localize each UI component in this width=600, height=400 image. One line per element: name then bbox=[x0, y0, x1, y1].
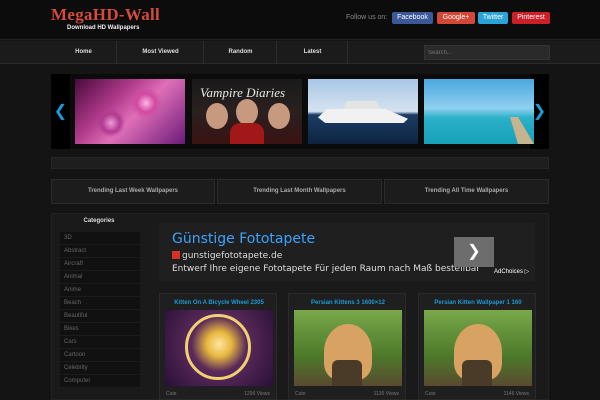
category-item[interactable]: Cartoon bbox=[60, 349, 140, 362]
pier-shape bbox=[510, 117, 534, 144]
category-item[interactable]: Aircraft bbox=[60, 258, 140, 271]
cast-face bbox=[236, 99, 258, 125]
nav-latest[interactable]: Latest bbox=[278, 41, 348, 64]
adchoices-link[interactable]: AdChoices ▷ bbox=[494, 268, 529, 275]
nav-most-viewed[interactable]: Most Viewed bbox=[118, 41, 204, 64]
wheel-shape bbox=[185, 314, 251, 380]
trending-last-month-tab[interactable]: Trending Last Month Wallpapers bbox=[217, 179, 382, 204]
card-title[interactable]: Kitten On A Bicycle Wheel 2305 bbox=[160, 300, 278, 306]
log-shape bbox=[462, 360, 492, 386]
ad-banner[interactable]: Günstige Fototapete gunstigefototapete.d… bbox=[159, 223, 535, 281]
category-item[interactable]: Cars bbox=[60, 336, 140, 349]
slide-caption: Vampire Diaries bbox=[200, 85, 286, 100]
divider-bar bbox=[51, 157, 549, 169]
card-thumbnail[interactable] bbox=[424, 310, 532, 386]
category-item[interactable]: Computer bbox=[60, 375, 140, 388]
card-views: 1296 Views bbox=[244, 391, 270, 397]
facebook-button[interactable]: Facebook bbox=[392, 12, 433, 24]
category-item[interactable]: Abstract bbox=[60, 245, 140, 258]
follow-label: Follow us on: bbox=[346, 14, 388, 21]
ad-go-button[interactable]: ❯ bbox=[454, 237, 494, 267]
ad-description: Entwerf Ihre eigene Fototapete Für jeden… bbox=[172, 264, 480, 274]
category-item[interactable]: Anime bbox=[60, 284, 140, 297]
card-thumbnail[interactable] bbox=[165, 310, 273, 386]
category-item[interactable]: Bikes bbox=[60, 323, 140, 336]
category-item[interactable]: Beautiful bbox=[60, 310, 140, 323]
categories-title: Categories bbox=[83, 218, 115, 224]
slide-vampire-diaries[interactable]: Vampire Diaries bbox=[192, 79, 302, 144]
site-logo[interactable]: MegaHD-Wall bbox=[51, 5, 160, 25]
slider-prev-button[interactable]: ❮ bbox=[51, 74, 70, 149]
wallpaper-card[interactable]: Persian Kitten Wallpaper 1 160 Cute 1146… bbox=[418, 293, 536, 400]
card-views: 1136 Views bbox=[373, 391, 399, 397]
card-title[interactable]: Persian Kittens 3 1600×12 bbox=[289, 300, 407, 306]
category-item[interactable]: 3D bbox=[60, 232, 140, 245]
wallpaper-card[interactable]: Kitten On A Bicycle Wheel 2305 Cute 1296… bbox=[159, 293, 277, 400]
flower-shape bbox=[130, 87, 162, 119]
ad-url: gunstigefototapete.de bbox=[182, 251, 283, 261]
flower-shape bbox=[97, 109, 125, 137]
card-views: 1146 Views bbox=[503, 391, 529, 397]
card-category[interactable]: Cute bbox=[425, 391, 436, 397]
category-item[interactable]: Animal bbox=[60, 271, 140, 284]
card-title[interactable]: Persian Kitten Wallpaper 1 160 bbox=[419, 300, 537, 306]
card-category[interactable]: Cute bbox=[295, 391, 306, 397]
yacht-hull bbox=[318, 109, 408, 123]
google-plus-button[interactable]: Google+ bbox=[437, 12, 475, 24]
ad-badge-icon bbox=[172, 251, 180, 259]
slide-yacht[interactable] bbox=[308, 79, 418, 144]
wallpaper-card[interactable]: Persian Kittens 3 1600×12 Cute 1136 View… bbox=[288, 293, 406, 400]
ad-url-row[interactable]: gunstigefototapete.de bbox=[172, 251, 282, 261]
trending-all-time-tab[interactable]: Trending All Time Wallpapers bbox=[384, 179, 549, 204]
site-tagline: Download HD Wallpapers bbox=[67, 25, 140, 31]
log-shape bbox=[332, 360, 362, 386]
site-header: MegaHD-Wall Download HD Wallpapers Follo… bbox=[0, 0, 600, 40]
red-dress bbox=[230, 123, 264, 144]
card-category[interactable]: Cute bbox=[166, 391, 177, 397]
pinterest-button[interactable]: Pinterest bbox=[512, 12, 550, 24]
trending-last-week-tab[interactable]: Trending Last Week Wallpapers bbox=[51, 179, 215, 204]
category-item[interactable]: Beach bbox=[60, 297, 140, 310]
card-thumbnail[interactable] bbox=[294, 310, 402, 386]
nav-random[interactable]: Random bbox=[205, 41, 277, 64]
cast-face bbox=[206, 103, 228, 129]
nav-home[interactable]: Home bbox=[51, 41, 117, 64]
ad-title[interactable]: Günstige Fototapete bbox=[172, 231, 315, 247]
search-input[interactable] bbox=[424, 45, 550, 60]
yacht-cabin bbox=[342, 101, 382, 110]
category-item[interactable]: Celebrity bbox=[60, 362, 140, 375]
cast-face bbox=[268, 103, 290, 129]
slide-beach-pier[interactable] bbox=[424, 79, 534, 144]
slide-purple-flowers[interactable] bbox=[75, 79, 185, 144]
twitter-button[interactable]: Twitter bbox=[478, 12, 508, 24]
categories-sidebar: Categories 3D Abstract Aircraft Animal A… bbox=[58, 216, 140, 400]
category-list: 3D Abstract Aircraft Animal Anime Beach … bbox=[60, 232, 140, 388]
